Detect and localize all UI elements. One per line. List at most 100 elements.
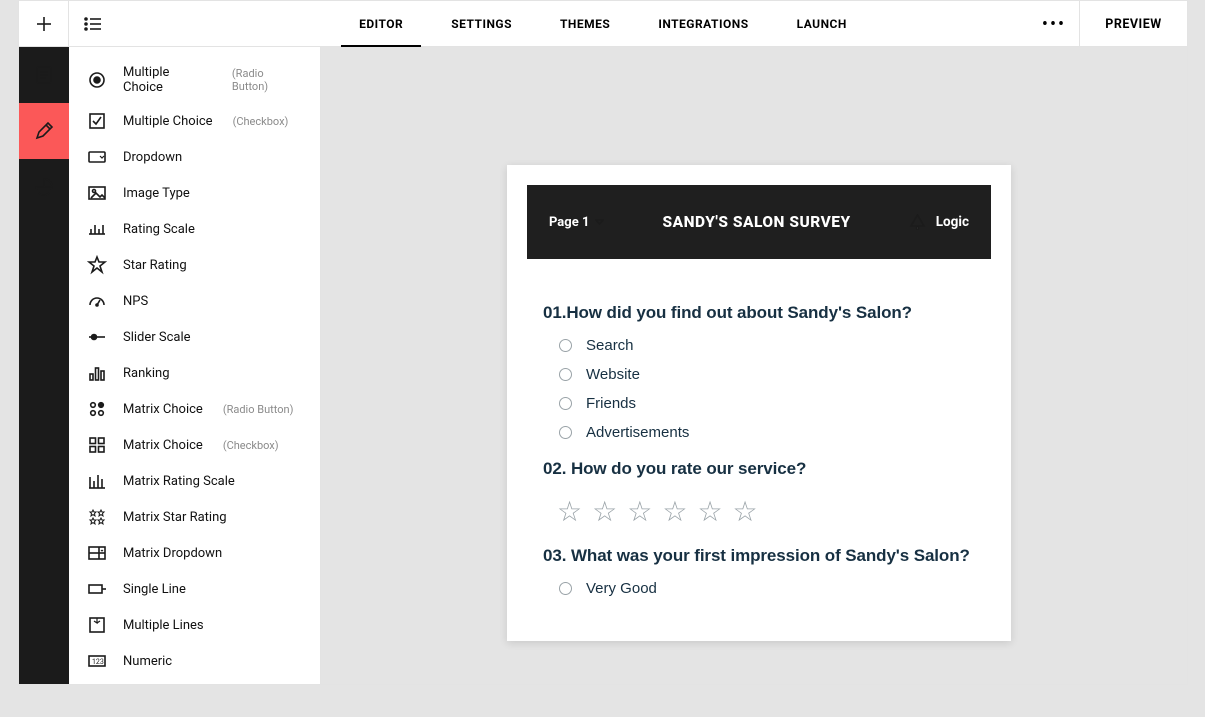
tab-editor[interactable]: EDITOR [359,1,403,47]
piechart-icon [34,177,54,197]
question-number: 03. [543,546,566,565]
tabs: EDITOR SETTINGS THEMES INTEGRATIONS LAUNCH [19,1,1187,47]
question[interactable]: 02. How do you rate our service? ☆ ☆ ☆ ☆ ☆ ☆ [543,459,975,528]
ranking-icon [87,363,107,383]
qtype-matrix-radio[interactable]: Matrix Choice (Radio Button) [69,391,320,427]
pencil-icon [34,121,54,141]
option-label: Very Good [586,580,657,597]
radio-icon [559,368,572,381]
dropdown-icon [87,147,107,167]
preview-button[interactable]: PREVIEW [1079,1,1187,47]
tab-settings[interactable]: SETTINGS [451,1,512,47]
slider-icon [87,327,107,347]
star-icon[interactable]: ☆ [697,495,722,528]
radio-icon [559,582,572,595]
qtype-label: Matrix Rating Scale [123,474,235,489]
survey-header: Page 1 SANDY'S SALON SURVEY Logic [527,185,991,259]
option[interactable]: Friends [559,395,975,412]
logic-button[interactable]: Logic [909,214,969,231]
qtype-matrix-dropdown[interactable]: Matrix Dropdown [69,535,320,571]
star-icon[interactable]: ☆ [733,495,758,528]
question-text: What was your first impression of Sandy'… [566,546,969,565]
nps-icon [87,291,107,311]
logic-icon [909,214,926,231]
checkbox-icon [87,111,107,131]
qtype-slider[interactable]: Slider Scale [69,319,320,355]
question-title: 02. How do you rate our service? [543,459,975,479]
option[interactable]: Website [559,366,975,383]
image-icon [87,183,107,203]
qtype-checkbox[interactable]: Multiple Choice(Checkbox) [69,103,320,139]
qtype-label: Matrix Choice [123,402,203,417]
matrix-dropdown-icon [87,543,107,563]
left-rail [19,47,69,684]
qtype-label: Dropdown [123,150,182,165]
qtype-sublabel: (Radio Button) [232,67,302,93]
qtype-label: Matrix Choice [123,438,203,453]
qtype-label: Rating Scale [123,222,195,237]
option[interactable]: Search [559,337,975,354]
qtype-image[interactable]: Image Type [69,175,320,211]
matrix-rating-icon [87,471,107,491]
single-line-icon [87,579,107,599]
options: Search Website Friends Advertisements [543,337,975,441]
qtype-label: Multiple Lines [123,618,204,633]
qtype-single-line[interactable]: Single Line [69,571,320,607]
tab-integrations[interactable]: INTEGRATIONS [658,1,748,47]
qtype-label: Slider Scale [123,330,191,345]
qtype-sublabel: (Checkbox) [233,115,289,128]
question-number: 01. [543,303,566,322]
rail-reports[interactable] [19,159,69,215]
multi-line-icon [87,615,107,635]
star-icon[interactable]: ☆ [592,495,617,528]
qtype-sublabel: (Radio Button) [223,403,294,416]
qtype-label: Multiple Choice [123,65,212,95]
qtype-nps[interactable]: NPS [69,283,320,319]
option[interactable]: Very Good [559,580,975,597]
radio-icon [559,426,572,439]
page-selector[interactable]: Page 1 [549,215,604,230]
qtype-multi-line[interactable]: Multiple Lines [69,607,320,643]
qtype-label: Matrix Star Rating [123,510,227,525]
survey-title: SANDY'S SALON SURVEY [663,213,851,231]
star-icon[interactable]: ☆ [662,495,687,528]
qtype-rating[interactable]: Rating Scale [69,211,320,247]
rail-editor[interactable] [19,103,69,159]
qtype-email[interactable]: Email [69,679,320,684]
ellipsis-icon: ••• [1042,14,1066,35]
chevron-down-icon [595,219,604,225]
page-icon [34,65,54,85]
more-button[interactable]: ••• [1029,1,1079,47]
star-icon[interactable]: ☆ [557,495,582,528]
rail-pages[interactable] [19,47,69,103]
radio-icon [559,339,572,352]
qtype-matrix-check[interactable]: Matrix Choice(Checkbox) [69,427,320,463]
matrix-star-icon [87,507,107,527]
qtype-radio[interactable]: Multiple Choice (Radio Button) [69,57,320,103]
tab-themes[interactable]: THEMES [560,1,610,47]
qtype-numeric[interactable]: 123 Numeric [69,643,320,679]
qtype-matrix-star[interactable]: Matrix Star Rating [69,499,320,535]
question-title: 01.How did you find out about Sandy's Sa… [543,303,975,323]
question[interactable]: 01.How did you find out about Sandy's Sa… [543,303,975,441]
qtype-label: Numeric [123,654,172,669]
option-label: Advertisements [586,424,689,441]
question[interactable]: 03. What was your first impression of Sa… [543,546,975,597]
question-title: 03. What was your first impression of Sa… [543,546,975,566]
qtype-star[interactable]: Star Rating [69,247,320,283]
tab-launch[interactable]: LAUNCH [797,1,847,47]
qtype-dropdown[interactable]: Dropdown [69,139,320,175]
canvas: Page 1 SANDY'S SALON SURVEY Logic 01.How… [321,47,1187,684]
star-icon[interactable]: ☆ [627,495,652,528]
star-row: ☆ ☆ ☆ ☆ ☆ ☆ [557,495,975,528]
qtype-label: Star Rating [123,258,187,273]
qtype-matrix-rating[interactable]: Matrix Rating Scale [69,463,320,499]
radio-icon [87,70,107,90]
rating-icon [87,219,107,239]
qtype-label: Matrix Dropdown [123,546,222,561]
option[interactable]: Advertisements [559,424,975,441]
numeric-icon: 123 [87,651,107,671]
qtype-label: Image Type [123,186,190,201]
star-icon [87,255,107,275]
qtype-ranking[interactable]: Ranking [69,355,320,391]
